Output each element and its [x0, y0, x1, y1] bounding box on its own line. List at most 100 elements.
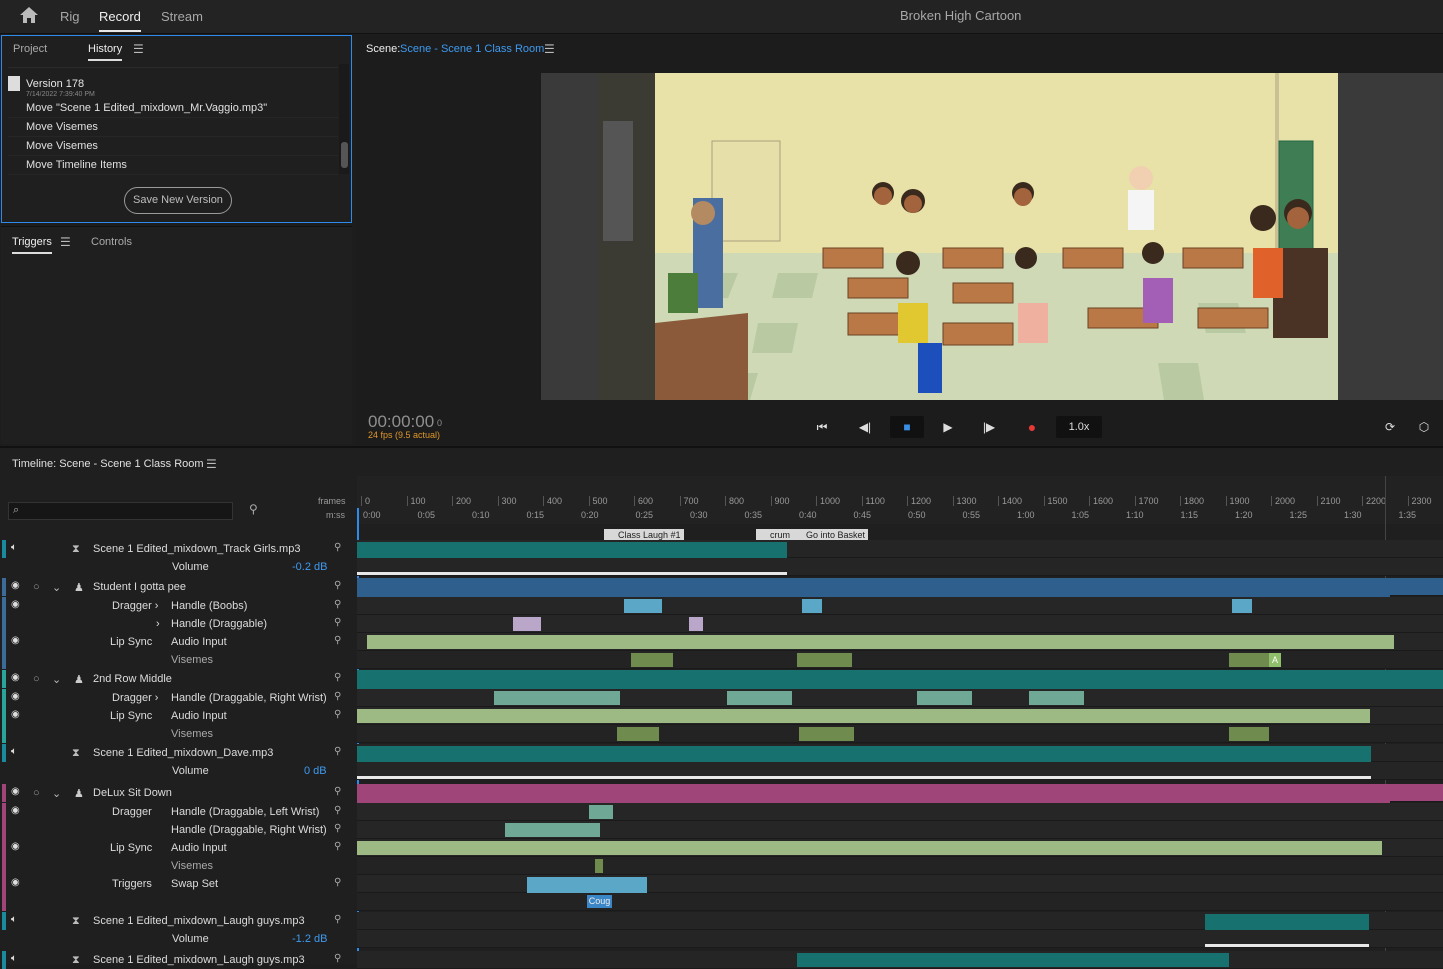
timeline-lane[interactable]: [357, 893, 1443, 911]
playback-speed[interactable]: 1.0x: [1056, 416, 1102, 438]
eye-icon[interactable]: ◉: [11, 709, 20, 720]
pin-icon[interactable]: ⚲: [334, 746, 341, 757]
viseme-clip[interactable]: [799, 727, 854, 741]
solo-toggle-icon[interactable]: ○: [33, 581, 40, 593]
history-item[interactable]: Move Visemes: [8, 137, 338, 156]
eye-icon[interactable]: ◉: [11, 599, 20, 610]
timeline-lane[interactable]: [357, 857, 1443, 875]
version-label[interactable]: Version 178: [26, 78, 84, 90]
chevron-down-icon[interactable]: ⌄: [52, 787, 61, 800]
tab-project[interactable]: Project: [13, 43, 47, 55]
step-forward-icon[interactable]: |▶︎: [975, 416, 1003, 438]
timeline-row[interactable]: ◉ Lip Sync Audio Input ⚲: [0, 839, 356, 857]
coug-clip[interactable]: Coug: [587, 895, 612, 908]
timeline-row[interactable]: 🔈︎ ⧗ Scene 1 Edited_mixdown_Laugh guys.mp3…: [0, 912, 356, 930]
eye-icon[interactable]: ◉: [11, 877, 20, 888]
eye-icon[interactable]: ◉: [11, 786, 20, 797]
puppet-clip[interactable]: [357, 672, 1443, 690]
panel-menu-icon[interactable]: ☰: [60, 235, 71, 249]
timeline-row[interactable]: Visemes: [0, 651, 356, 669]
eye-icon[interactable]: ◉: [11, 672, 20, 683]
pin-icon[interactable]: ⚲: [334, 786, 341, 797]
eye-icon[interactable]: ◉: [11, 580, 20, 591]
go-to-start-icon[interactable]: ⏮: [808, 416, 836, 438]
timeline-row[interactable]: ◉ ○ ⌄ ♟ 2nd Row Middle ⚲: [0, 670, 356, 688]
timeline-row[interactable]: › Handle (Draggable) ⚲: [0, 615, 356, 633]
play-icon[interactable]: ▶: [934, 416, 962, 438]
classroom-scene-artwork[interactable]: [598, 73, 1338, 400]
panel-menu-icon[interactable]: ☰: [206, 457, 217, 471]
puppet-clip[interactable]: [357, 786, 1390, 804]
timeline-row[interactable]: ◉ ○ ⌄ ♟ DeLux Sit Down ⚲: [0, 784, 356, 802]
tab-triggers[interactable]: Triggers: [12, 236, 52, 254]
dragger-clip[interactable]: [1232, 599, 1252, 613]
timeline-row[interactable]: Volume 0 dB: [0, 762, 356, 780]
pin-icon[interactable]: ⚲: [334, 542, 341, 553]
pin-icon[interactable]: ⚲: [334, 877, 341, 888]
pin-icon[interactable]: ⚲: [334, 914, 341, 925]
panel-menu-icon[interactable]: ☰: [544, 42, 555, 56]
timeline-lane[interactable]: [357, 875, 1443, 893]
timeline-row[interactable]: 🔈︎ ⧗ Scene 1 Edited_mixdown_Laugh guys.mp3…: [0, 951, 356, 969]
viseme-clip[interactable]: [797, 653, 852, 667]
dragger-clip[interactable]: [917, 691, 972, 705]
tab-history[interactable]: History: [88, 43, 123, 61]
timeline-row[interactable]: ◉ ○ ⌄ ♟ Student I gotta pee ⚲: [0, 578, 356, 596]
puppet-clip[interactable]: [357, 580, 1390, 598]
dragger-clip[interactable]: [589, 805, 613, 819]
eye-icon[interactable]: ◉: [11, 635, 20, 646]
pin-icon[interactable]: ⚲: [334, 580, 341, 591]
dragger-clip[interactable]: [802, 599, 822, 613]
timeline-row[interactable]: ◉ Lip Sync Audio Input ⚲: [0, 633, 356, 651]
save-new-version-button[interactable]: Save New Version: [124, 187, 232, 214]
pin-icon[interactable]: ⚲: [334, 709, 341, 720]
search-input[interactable]: ⌕: [8, 502, 233, 520]
pin-icon[interactable]: ⚲: [334, 823, 341, 834]
chevron-down-icon[interactable]: ⌄: [52, 581, 61, 594]
timeline-row[interactable]: ◉ Lip Sync Audio Input ⚲: [0, 707, 356, 725]
eye-icon[interactable]: ◉: [11, 691, 20, 702]
timeline-row[interactable]: ◉ Dragger › Handle (Boobs) ⚲: [0, 597, 356, 615]
dragger-clip[interactable]: [624, 599, 662, 613]
lipsync-clip[interactable]: [367, 635, 1394, 649]
speaker-icon[interactable]: 🔈︎: [11, 746, 17, 757]
timeline-row[interactable]: [0, 893, 356, 911]
viseme-clip[interactable]: [631, 653, 673, 667]
solo-toggle-icon[interactable]: ○: [33, 787, 40, 799]
history-item[interactable]: Move "Scene 1 Edited_mixdown_Mr.Vaggio.m…: [8, 99, 338, 118]
pin-icon[interactable]: ⚲: [334, 805, 341, 816]
dragger-clip[interactable]: [1029, 691, 1084, 705]
scene-link[interactable]: Scene - Scene 1 Class Room: [400, 43, 544, 55]
timeline-row[interactable]: Visemes: [0, 725, 356, 743]
tab-controls[interactable]: Controls: [91, 236, 132, 248]
timecode[interactable]: 00:00:00: [368, 412, 434, 432]
timeline-row[interactable]: Visemes: [0, 857, 356, 875]
timeline-lane[interactable]: [357, 803, 1443, 821]
handle-clip[interactable]: [513, 617, 541, 631]
timeline-lane[interactable]: [357, 597, 1443, 615]
pin-icon[interactable]: ⚲: [334, 691, 341, 702]
pin-icon[interactable]: ⚲: [334, 672, 341, 683]
pin-icon[interactable]: ⚲: [334, 841, 341, 852]
lipsync-clip[interactable]: [357, 709, 1370, 723]
lipsync-clip[interactable]: [357, 841, 1382, 855]
timeline-row[interactable]: 🔈︎ ⧗ Scene 1 Edited_mixdown_Track Girls.mp…: [0, 540, 356, 558]
viseme-clip[interactable]: [617, 727, 659, 741]
solo-toggle-icon[interactable]: ○: [33, 673, 40, 685]
tab-record[interactable]: Record: [99, 9, 141, 32]
timeline-row[interactable]: Handle (Draggable, Right Wrist) ⚲: [0, 821, 356, 839]
record-button[interactable]: ●: [1018, 416, 1046, 438]
scrollbar-thumb[interactable]: [341, 142, 348, 168]
timeline-row[interactable]: ◉ Triggers Swap Set ⚲: [0, 875, 356, 893]
timeline-row[interactable]: ◉ Dragger › Handle (Draggable, Right Wrist…: [0, 689, 356, 707]
timeline-row[interactable]: ◉ Dragger Handle (Draggable, Left Wrist) ⚲: [0, 803, 356, 821]
pin-all-icon[interactable]: ⚲: [249, 502, 258, 516]
history-item[interactable]: Move Timeline Items: [8, 156, 338, 175]
viseme-clip[interactable]: [1229, 727, 1269, 741]
dragger-clip[interactable]: [505, 823, 600, 837]
history-item[interactable]: Move Visemes: [8, 118, 338, 137]
timeline-lane[interactable]: [357, 725, 1443, 743]
step-back-icon[interactable]: ◀︎|: [851, 416, 879, 438]
eye-icon[interactable]: ◉: [11, 805, 20, 816]
tab-rig[interactable]: Rig: [60, 9, 80, 24]
